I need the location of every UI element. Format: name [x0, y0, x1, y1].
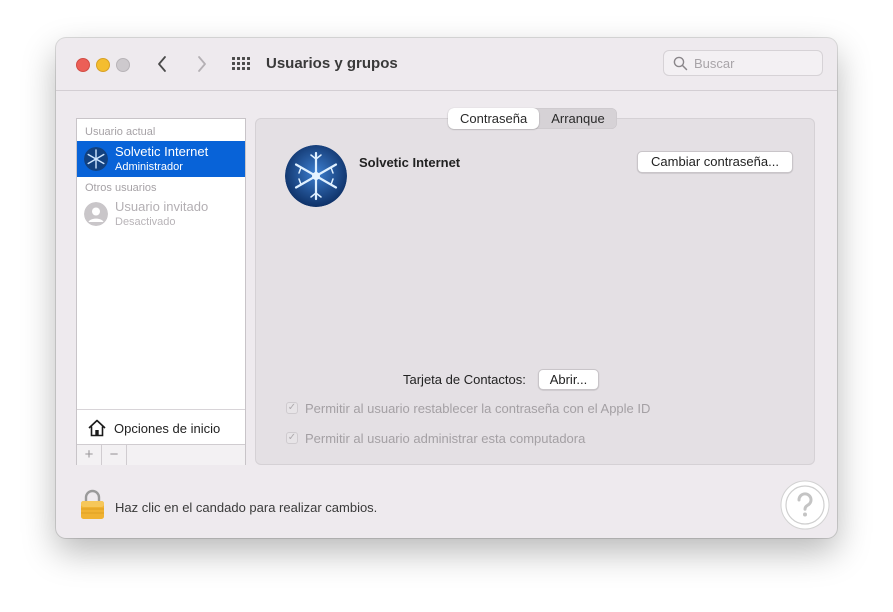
- guest-avatar-icon: [84, 202, 108, 226]
- profile-picture[interactable]: [285, 145, 347, 207]
- snowflake-avatar-icon: [84, 147, 108, 171]
- close-button[interactable]: [76, 58, 90, 72]
- chevron-right-icon[interactable]: [192, 53, 210, 75]
- section-label-current: Usuario actual: [85, 126, 156, 138]
- minimize-button[interactable]: [96, 58, 110, 72]
- current-user-name: Solvetic Internet: [115, 144, 209, 159]
- zoom-button[interactable]: [116, 58, 130, 72]
- search-field[interactable]: [663, 50, 823, 76]
- user-row-guest[interactable]: Usuario invitado Desactivado: [77, 196, 245, 232]
- chevron-left-icon[interactable]: [154, 53, 172, 75]
- login-options-label: Opciones de inicio: [114, 421, 221, 436]
- tab-password[interactable]: Contraseña: [448, 108, 540, 129]
- preferences-window: Usuarios y grupos Usuario actual Solveti…: [56, 38, 837, 538]
- title-bar: Usuarios y grupos: [56, 38, 837, 91]
- users-sidebar: Usuario actual Solvetic Internet Adminis…: [76, 118, 246, 465]
- grid-icon[interactable]: [232, 55, 250, 73]
- lock-icon[interactable]: [80, 489, 105, 520]
- checkbox-label: Permitir al usuario restablecer la contr…: [305, 401, 651, 416]
- search-icon: [673, 56, 688, 71]
- window-title: Usuarios y grupos: [266, 55, 398, 72]
- add-user-button[interactable]: +: [77, 445, 102, 465]
- tab-startup[interactable]: Arranque: [539, 108, 616, 129]
- tab-bar: Contraseña Arranque: [448, 108, 617, 129]
- search-input[interactable]: [694, 54, 814, 72]
- help-badge-icon: [780, 480, 830, 530]
- checkbox-admin[interactable]: ✓: [286, 432, 298, 444]
- checkbox-reset-password[interactable]: ✓: [286, 402, 298, 414]
- contact-card-label: Tarjeta de Contactos:: [403, 372, 526, 387]
- current-user-role: Administrador: [115, 161, 183, 173]
- login-options-item[interactable]: Opciones de inicio: [77, 409, 245, 445]
- home-icon: [88, 419, 106, 437]
- add-remove-bar: + −: [77, 444, 245, 465]
- remove-user-button[interactable]: −: [102, 445, 127, 465]
- guest-user-name: Usuario invitado: [115, 199, 209, 214]
- section-label-others: Otros usuarios: [85, 182, 157, 194]
- profile-name: Solvetic Internet: [359, 155, 461, 170]
- open-contact-button[interactable]: Abrir...: [538, 369, 599, 390]
- checkbox-label: Permitir al usuario administrar esta com…: [305, 431, 586, 446]
- user-row-current[interactable]: Solvetic Internet Administrador: [77, 141, 245, 177]
- change-password-button[interactable]: Cambiar contraseña...: [637, 151, 793, 173]
- lock-status-text: Haz clic en el candado para realizar cam…: [115, 500, 378, 515]
- guest-user-role: Desactivado: [115, 216, 176, 228]
